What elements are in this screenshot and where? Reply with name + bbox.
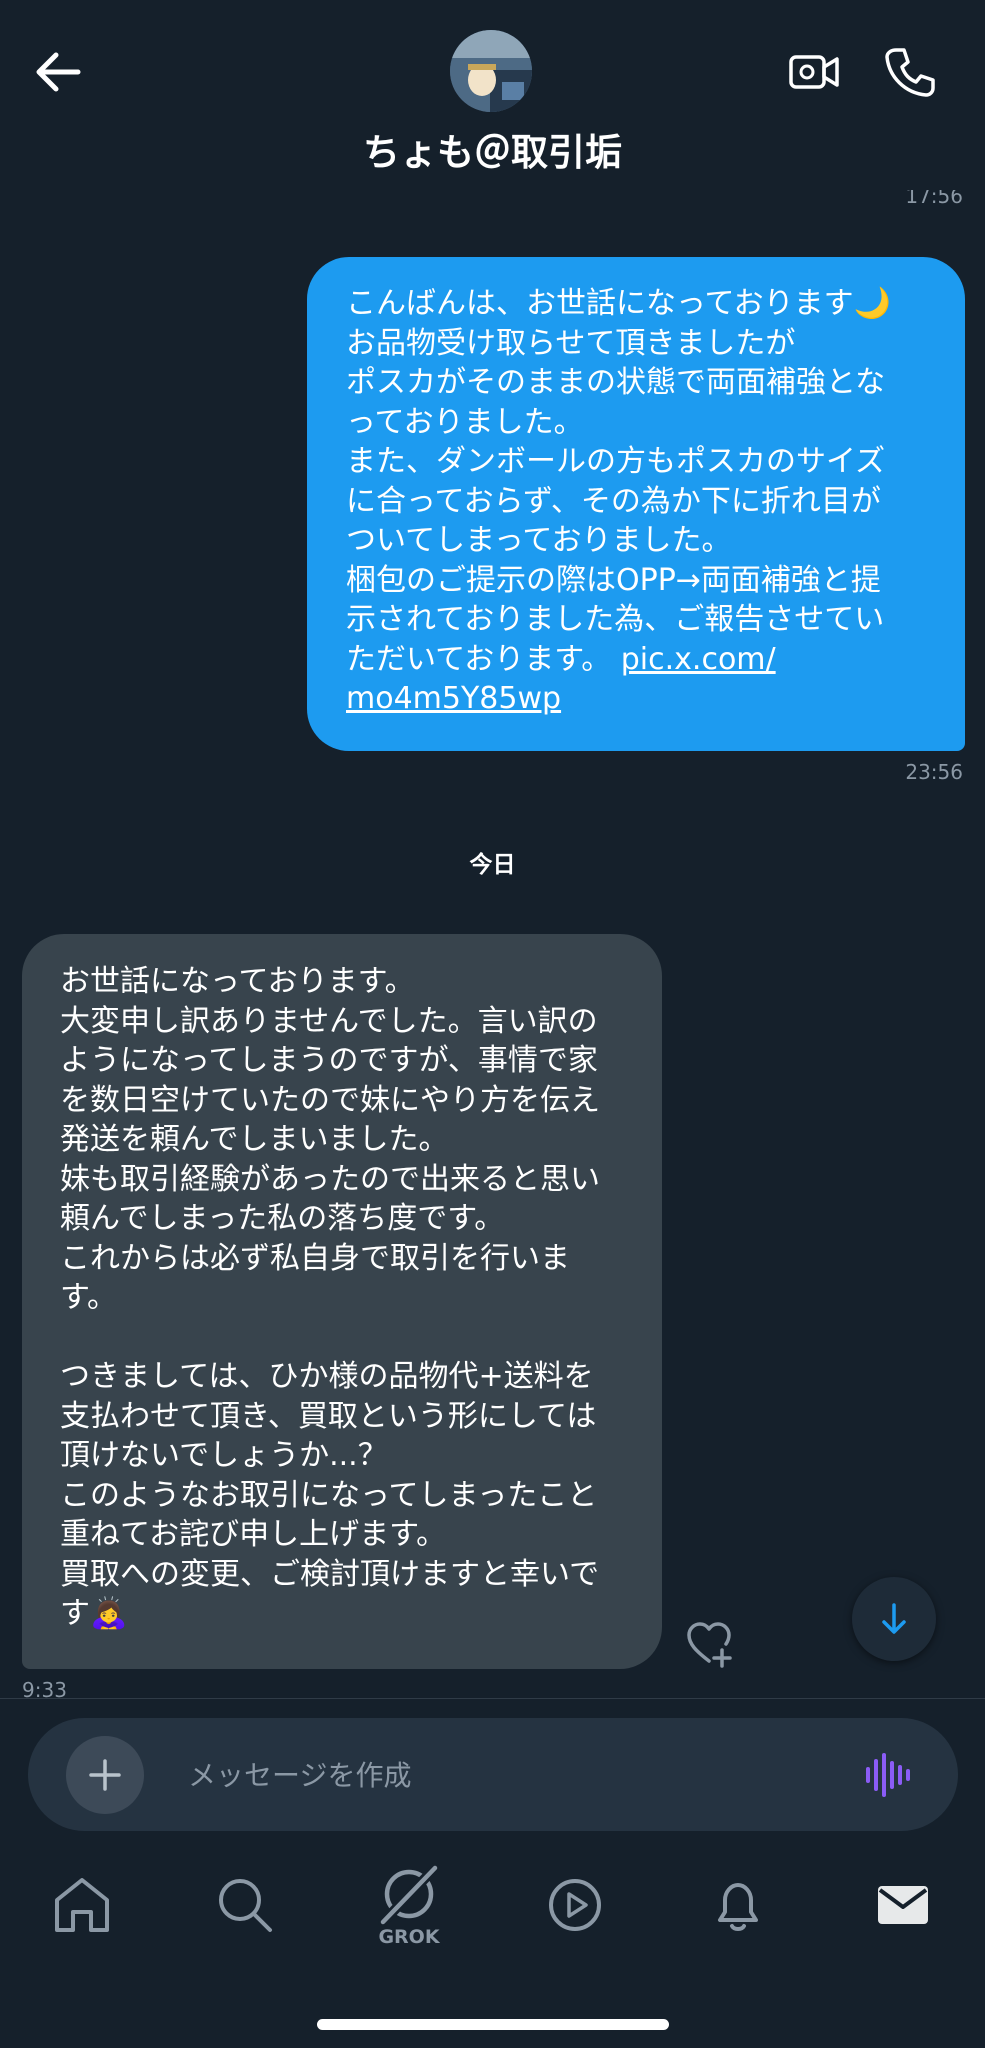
message-line: ポスカがそのままの状態で両面補強とな	[346, 365, 886, 400]
arrow-left-icon	[36, 52, 81, 92]
voice-message-button[interactable]	[864, 1751, 912, 1799]
grok-label: GROK	[378, 1926, 440, 1948]
contact-name[interactable]: ちょも＠取引垢	[0, 122, 985, 176]
message-line: っておりました。	[346, 404, 584, 440]
message-input[interactable]	[186, 1718, 840, 1833]
chat-header: ちょも＠取引垢	[0, 0, 985, 190]
message-line: お品物受け取らせて頂きましたが	[346, 325, 796, 361]
message-line: ついてしまっておりました。	[346, 523, 732, 558]
nav-search[interactable]	[210, 1870, 280, 1940]
mail-icon	[878, 1886, 928, 1924]
heart-plus-icon	[687, 1622, 732, 1668]
nav-grok[interactable]: GROK	[369, 1862, 449, 1952]
message-line: 頼んでしまった私の落ち度です。	[60, 1201, 505, 1236]
message-line: 頂けないでしょうか...？	[60, 1438, 388, 1473]
message-line: また、ダンボールの方もポスカのサイズ	[346, 444, 886, 479]
date-divider: 今日	[469, 852, 516, 878]
avatar[interactable]	[450, 30, 532, 112]
message-line: お世話になっております。	[60, 964, 415, 999]
add-reaction-button[interactable]	[684, 1619, 734, 1669]
phone-icon	[885, 48, 935, 97]
message-blank-line	[60, 1318, 632, 1358]
message-line: す🙇‍♀️	[60, 1596, 128, 1631]
message-line: を数日空けていたので妹にやり方を伝え	[60, 1082, 600, 1118]
message-line: ただいております。 pic.x.com/	[346, 640, 935, 680]
message-line: このようなお取引になってしまったこと	[60, 1477, 598, 1513]
message-line: つきましては、ひか様の品物代+送料を	[60, 1359, 594, 1394]
message-line: mo4m5Y85wp	[346, 679, 935, 719]
message-line: こんばんは、お世話になっております🌙	[346, 286, 891, 321]
video-call-button[interactable]	[786, 44, 842, 100]
message-line: 支払わせて頂き、買取という形にしては	[60, 1398, 597, 1434]
nav-notifications[interactable]	[703, 1870, 773, 1940]
message-line: ようになってしまうのですが、事情で家	[60, 1043, 598, 1078]
arrow-down-icon	[882, 1603, 906, 1634]
message-line: に合っておらず、その為か下に折れ目が	[346, 483, 881, 519]
voice-call-button[interactable]	[880, 42, 940, 102]
message-line: 妹も取引経験があったので出来ると思い	[60, 1161, 600, 1197]
video-camera-icon	[789, 55, 839, 89]
message-line: 大変申し訳ありませんでした。言い訳の	[60, 1003, 598, 1039]
message-line: これからは必ず私自身で取引を行いま	[60, 1240, 570, 1276]
message-composer	[28, 1718, 958, 1833]
message-line: 梱包のご提示の際はOPP→両面補強と提	[346, 562, 881, 598]
message-line: 買取への変更、ご検討頂けますと幸いで	[60, 1556, 600, 1592]
composer-divider	[0, 1698, 985, 1699]
message-line: す。	[60, 1280, 117, 1315]
home-indicator[interactable]	[317, 2019, 669, 2030]
image-link-continued[interactable]: mo4m5Y85wp	[346, 681, 561, 716]
back-button[interactable]	[28, 42, 88, 102]
message-line: 重ねてお詫び申し上げます。	[60, 1517, 447, 1552]
scroll-to-bottom-button[interactable]	[852, 1577, 936, 1661]
grok-icon	[378, 1863, 440, 1927]
bell-icon	[718, 1883, 758, 1931]
nav-home[interactable]	[47, 1870, 117, 1940]
search-icon	[219, 1879, 272, 1932]
nav-video[interactable]	[540, 1870, 610, 1940]
message-line: 発送を頼んでしまいました。	[60, 1122, 449, 1157]
image-link[interactable]: pic.x.com/	[621, 642, 776, 677]
voice-wave-icon	[866, 1753, 910, 1797]
play-icon	[549, 1879, 601, 1931]
outgoing-message-bubble[interactable]: こんばんは、お世話になっております🌙 お品物受け取らせて頂きましたが ポスカがそ…	[307, 257, 965, 751]
nav-messages[interactable]	[868, 1870, 938, 1940]
incoming-message-bubble[interactable]: お世話になっております。 大変申し訳ありませんでした。言い訳の ようになってしま…	[22, 934, 662, 1669]
message-text: ただいております。	[346, 641, 621, 677]
home-icon	[55, 1878, 109, 1932]
add-media-button[interactable]	[66, 1736, 144, 1814]
message-timestamp: 23:56	[905, 760, 963, 784]
message-line: 示されておりました為、ご報告させてい	[346, 602, 885, 637]
plus-icon	[89, 1759, 121, 1791]
